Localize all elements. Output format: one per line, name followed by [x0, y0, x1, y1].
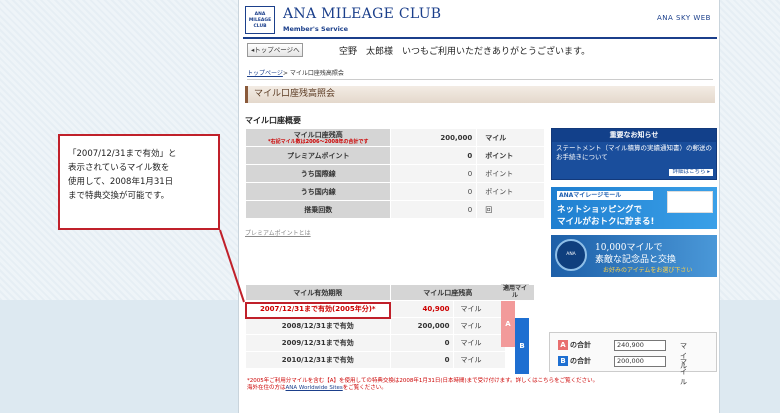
callout-line: 「2007/12/31まで有効」と: [68, 149, 177, 159]
explanation-callout: 「2007/12/31まで有効」と 表示されているマイル数を 使用して、2008…: [58, 134, 220, 230]
callout-line: まで特典交換が可能です。: [68, 191, 170, 201]
callout-line: 表示されているマイル数を: [68, 163, 170, 173]
callout-line: 使用して、2008年1月31日: [68, 177, 174, 187]
